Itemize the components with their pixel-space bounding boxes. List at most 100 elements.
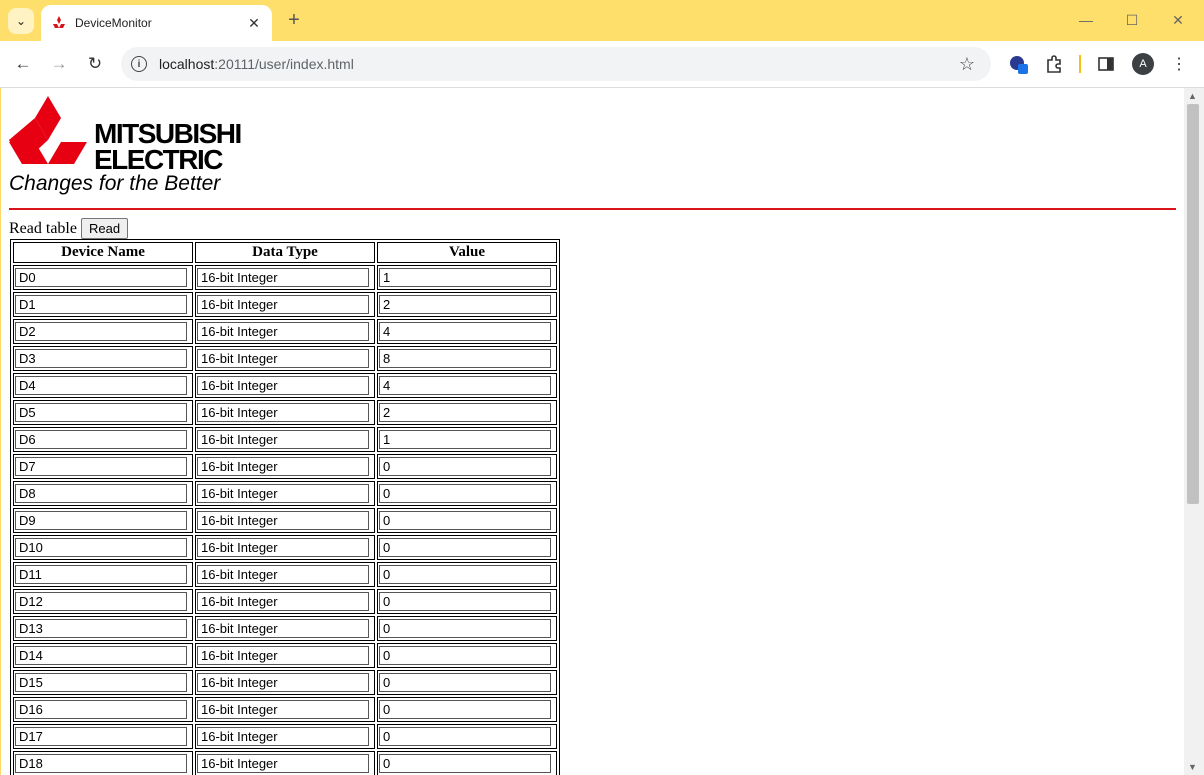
device-name-field[interactable]: D9 xyxy=(15,511,187,530)
table-cell: 16-bit Integer xyxy=(195,562,375,587)
data-type-field[interactable]: 16-bit Integer xyxy=(197,619,369,638)
table-cell: D0 xyxy=(13,265,193,290)
device-name-field[interactable]: D5 xyxy=(15,403,187,422)
data-type-field[interactable]: 16-bit Integer xyxy=(197,727,369,746)
value-field[interactable]: 2 xyxy=(379,403,551,422)
data-type-field[interactable]: 16-bit Integer xyxy=(197,592,369,611)
device-name-field[interactable]: D17 xyxy=(15,727,187,746)
device-name-field[interactable]: D11 xyxy=(15,565,187,584)
table-cell: D13 xyxy=(13,616,193,641)
device-name-field[interactable]: D15 xyxy=(15,673,187,692)
device-name-field[interactable]: D14 xyxy=(15,646,187,665)
data-type-field[interactable]: 16-bit Integer xyxy=(197,295,369,314)
data-type-field[interactable]: 16-bit Integer xyxy=(197,511,369,530)
table-cell: 16-bit Integer xyxy=(195,724,375,749)
data-type-field[interactable]: 16-bit Integer xyxy=(197,646,369,665)
value-field[interactable]: 0 xyxy=(379,565,551,584)
back-icon[interactable]: ← xyxy=(10,51,36,77)
device-name-field[interactable]: D3 xyxy=(15,349,187,368)
forward-icon[interactable]: → xyxy=(46,51,72,77)
scrollbar-thumb[interactable] xyxy=(1187,104,1199,504)
table-header-row: Device Name Data Type Value xyxy=(13,242,557,263)
data-type-field[interactable]: 16-bit Integer xyxy=(197,349,369,368)
value-field[interactable]: 1 xyxy=(379,268,551,287)
scroll-down-icon[interactable]: ▼ xyxy=(1188,762,1197,772)
device-name-field[interactable]: D8 xyxy=(15,484,187,503)
value-field[interactable]: 0 xyxy=(379,673,551,692)
device-name-field[interactable]: D1 xyxy=(15,295,187,314)
browser-window: ⌄ DeviceMonitor ✕ + — ☐ ✕ ← → ↻ i localh… xyxy=(0,0,1204,775)
table-cell: D17 xyxy=(13,724,193,749)
data-type-field[interactable]: 16-bit Integer xyxy=(197,403,369,422)
device-name-field[interactable]: D16 xyxy=(15,700,187,719)
device-name-field[interactable]: D18 xyxy=(15,754,187,773)
maximize-icon[interactable]: ☐ xyxy=(1110,8,1154,32)
data-type-field[interactable]: 16-bit Integer xyxy=(197,430,369,449)
value-field[interactable]: 0 xyxy=(379,619,551,638)
value-field[interactable]: 0 xyxy=(379,700,551,719)
url-text[interactable]: localhost:20111/user/index.html xyxy=(159,56,955,72)
data-type-field[interactable]: 16-bit Integer xyxy=(197,457,369,476)
address-bar[interactable]: i localhost:20111/user/index.html ☆ xyxy=(121,47,991,81)
data-type-field[interactable]: 16-bit Integer xyxy=(197,268,369,287)
data-type-field[interactable]: 16-bit Integer xyxy=(197,673,369,692)
value-field[interactable]: 0 xyxy=(379,646,551,665)
side-panel-icon[interactable] xyxy=(1095,53,1117,75)
window-close-icon[interactable]: ✕ xyxy=(1156,8,1200,32)
extensions-icon[interactable] xyxy=(1043,53,1065,75)
table-cell: D5 xyxy=(13,400,193,425)
minimize-icon[interactable]: — xyxy=(1064,8,1108,32)
site-info-icon[interactable]: i xyxy=(131,56,147,72)
data-type-field[interactable]: 16-bit Integer xyxy=(197,565,369,584)
value-field[interactable]: 0 xyxy=(379,754,551,773)
value-field[interactable]: 1 xyxy=(379,430,551,449)
data-type-field[interactable]: 16-bit Integer xyxy=(197,538,369,557)
value-field[interactable]: 0 xyxy=(379,538,551,557)
bookmark-star-icon[interactable]: ☆ xyxy=(955,52,979,76)
data-type-field[interactable]: 16-bit Integer xyxy=(197,754,369,773)
read-controls: Read table Read xyxy=(9,218,129,239)
value-field[interactable]: 0 xyxy=(379,511,551,530)
vertical-scrollbar[interactable]: ▲ ▼ xyxy=(1184,88,1204,775)
extension-puzzle-badge-icon[interactable] xyxy=(1007,53,1029,75)
scroll-up-icon[interactable]: ▲ xyxy=(1188,91,1197,101)
read-button[interactable]: Read xyxy=(80,218,129,239)
table-row: D2 16-bit Integer 4 xyxy=(13,319,557,344)
data-type-field[interactable]: 16-bit Integer xyxy=(197,484,369,503)
value-field[interactable]: 4 xyxy=(379,376,551,395)
profile-avatar[interactable]: A xyxy=(1132,53,1154,75)
value-field[interactable]: 0 xyxy=(379,484,551,503)
device-name-field[interactable]: D12 xyxy=(15,592,187,611)
value-field[interactable]: 4 xyxy=(379,322,551,341)
data-type-field[interactable]: 16-bit Integer xyxy=(197,376,369,395)
table-cell: 0 xyxy=(377,670,557,695)
table-cell: 0 xyxy=(377,724,557,749)
device-name-field[interactable]: D7 xyxy=(15,457,187,476)
table-row: D14 16-bit Integer 0 xyxy=(13,643,557,668)
value-field[interactable]: 0 xyxy=(379,457,551,476)
value-field[interactable]: 0 xyxy=(379,592,551,611)
tab-close-icon[interactable]: ✕ xyxy=(244,13,264,33)
data-type-field[interactable]: 16-bit Integer xyxy=(197,700,369,719)
tab-search-icon[interactable]: ⌄ xyxy=(8,8,34,34)
device-name-field[interactable]: D13 xyxy=(15,619,187,638)
value-field[interactable]: 8 xyxy=(379,349,551,368)
tab-devicemonitor[interactable]: DeviceMonitor ✕ xyxy=(41,5,272,41)
table-cell: 16-bit Integer xyxy=(195,265,375,290)
table-cell: D18 xyxy=(13,751,193,775)
device-name-field[interactable]: D10 xyxy=(15,538,187,557)
header-divider xyxy=(9,208,1176,210)
value-field[interactable]: 0 xyxy=(379,727,551,746)
device-name-field[interactable]: D6 xyxy=(15,430,187,449)
table-cell: 0 xyxy=(377,616,557,641)
device-name-field[interactable]: D4 xyxy=(15,376,187,395)
device-name-field[interactable]: D2 xyxy=(15,322,187,341)
new-tab-icon[interactable]: + xyxy=(283,9,305,31)
menu-kebab-icon[interactable]: ⋮ xyxy=(1168,53,1190,75)
device-name-field[interactable]: D0 xyxy=(15,268,187,287)
table-row: D18 16-bit Integer 0 xyxy=(13,751,557,775)
value-field[interactable]: 2 xyxy=(379,295,551,314)
data-type-field[interactable]: 16-bit Integer xyxy=(197,322,369,341)
reload-icon[interactable]: ↻ xyxy=(82,51,108,77)
table-cell: 1 xyxy=(377,427,557,452)
